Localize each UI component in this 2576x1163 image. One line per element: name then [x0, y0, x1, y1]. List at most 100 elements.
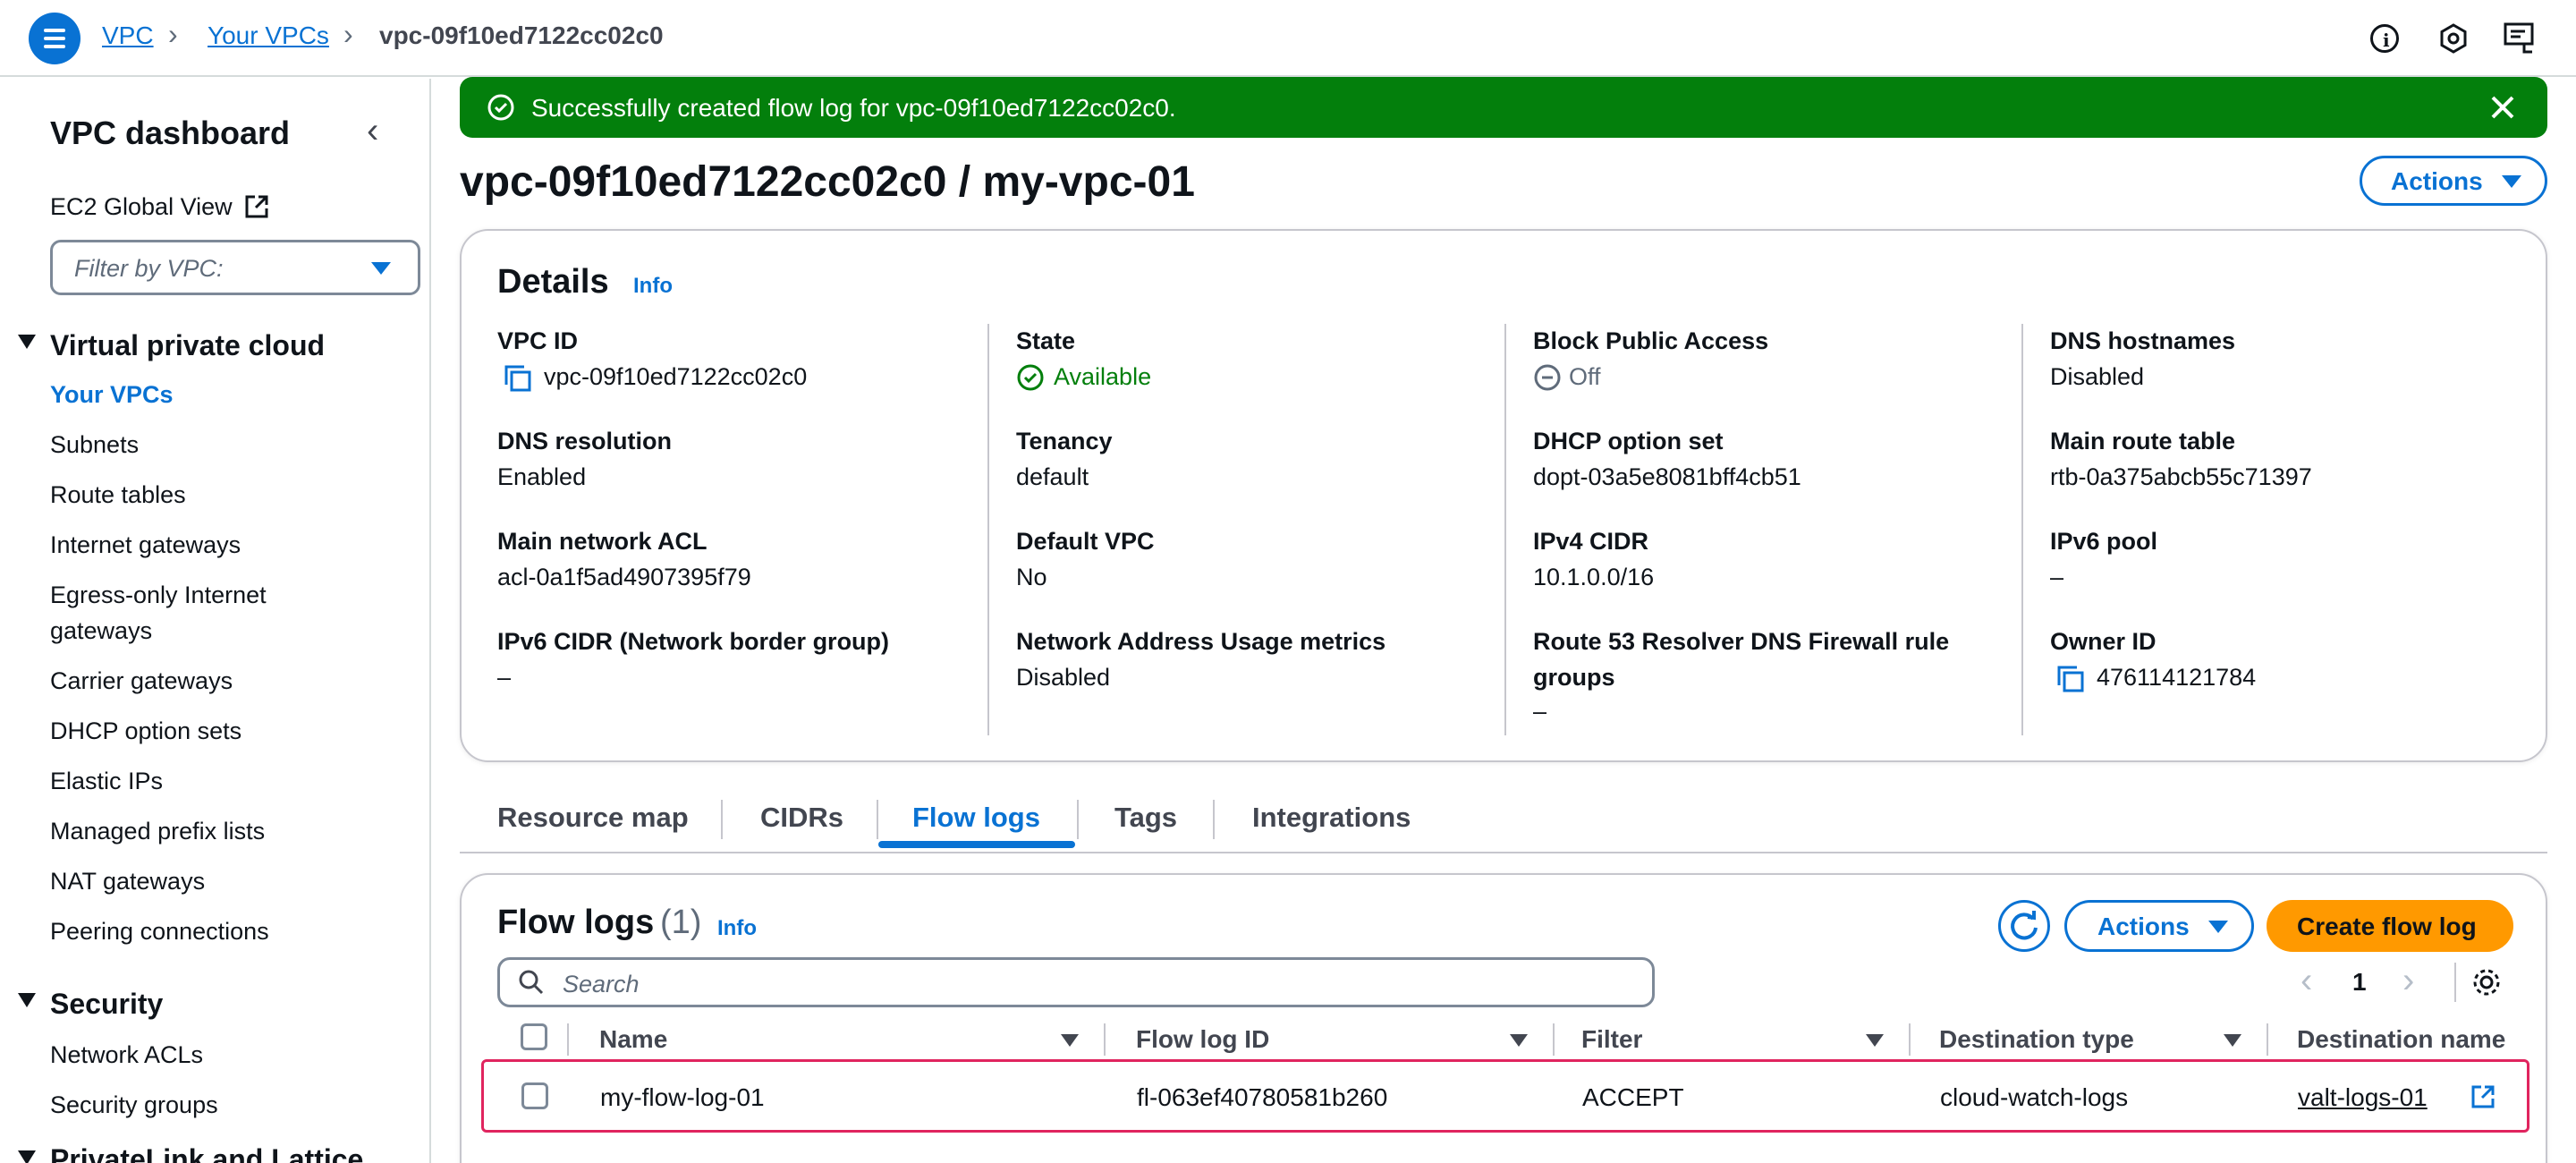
- sidebar-item-security-groups[interactable]: Security groups: [50, 1091, 218, 1119]
- sort-icon[interactable]: [1510, 1034, 1528, 1047]
- external-link-icon[interactable]: [2470, 1083, 2496, 1110]
- info-icon[interactable]: i: [2370, 24, 2399, 53]
- chevron-down-icon: [2208, 921, 2228, 933]
- details-panel: Details Info VPC ID vpc-09f10ed7122cc02c…: [460, 229, 2547, 762]
- feedback-icon[interactable]: [2503, 21, 2538, 55]
- row-checkbox[interactable]: [521, 1082, 548, 1109]
- column-header-filter[interactable]: Filter: [1581, 1025, 1642, 1054]
- tab-flow-logs[interactable]: Flow logs: [912, 802, 1040, 834]
- owner-id-value: 476114121784: [2097, 664, 2257, 691]
- external-link-icon: [243, 193, 270, 220]
- tenancy-value: default: [1016, 463, 1089, 490]
- sidebar-item-peering-connections[interactable]: Peering connections: [50, 918, 269, 946]
- filter-by-vpc-select[interactable]: Filter by VPC:: [50, 240, 420, 295]
- refresh-icon[interactable]: [1998, 900, 2050, 952]
- main-route-table-label: Main route table: [2050, 428, 2236, 454]
- sidebar-item-dhcp-option-sets[interactable]: DHCP option sets: [50, 717, 242, 745]
- sort-icon[interactable]: [1061, 1034, 1079, 1047]
- filter-by-vpc-placeholder: Filter by VPC:: [74, 255, 224, 282]
- flow-log-destination-link[interactable]: valt-logs-01: [2298, 1083, 2428, 1112]
- column-divider: [1553, 1023, 1555, 1056]
- breadcrumb-your-vpcs[interactable]: Your VPCs: [208, 21, 329, 50]
- copy-icon[interactable]: [2055, 664, 2086, 694]
- block-public-access-label: Block Public Access: [1533, 327, 1769, 354]
- previous-page-icon[interactable]: ‹: [2301, 961, 2312, 1001]
- column-header-destination-type[interactable]: Destination type: [1939, 1025, 2134, 1054]
- column-divider: [1909, 1023, 1911, 1056]
- sidebar-item-your-vpcs[interactable]: Your VPCs: [50, 381, 174, 409]
- chevron-down-icon: [371, 262, 391, 275]
- caret-down-icon[interactable]: [18, 335, 36, 349]
- next-page-icon[interactable]: ›: [2402, 961, 2414, 1001]
- sidebar-item-carrier-gateways[interactable]: Carrier gateways: [50, 667, 233, 695]
- settings-gear-icon[interactable]: [2470, 966, 2503, 998]
- column-header-flow-log-id[interactable]: Flow log ID: [1136, 1025, 1269, 1054]
- sort-icon[interactable]: [2224, 1034, 2241, 1047]
- menu-icon[interactable]: [29, 13, 80, 64]
- column-header-name[interactable]: Name: [599, 1025, 667, 1054]
- tab-tags[interactable]: Tags: [1114, 802, 1177, 834]
- sidebar-title: VPC dashboard: [50, 115, 291, 151]
- default-vpc-value: No: [1016, 564, 1047, 590]
- tab-divider: [1213, 800, 1215, 839]
- active-tab-indicator: [878, 841, 1075, 848]
- network-address-usage-value: Disabled: [1016, 664, 1111, 691]
- sidebar-item-subnets[interactable]: Subnets: [50, 431, 139, 459]
- flow-log-filter: ACCEPT: [1582, 1083, 1684, 1111]
- collapse-sidebar-icon[interactable]: ‹: [367, 111, 378, 151]
- ipv6-cidr-value: –: [497, 664, 512, 691]
- column-divider: [2267, 1023, 2268, 1056]
- select-all-checkbox[interactable]: [521, 1023, 547, 1050]
- default-vpc-label: Default VPC: [1016, 528, 1155, 555]
- tab-integrations[interactable]: Integrations: [1252, 802, 1411, 834]
- sidebar-item-internet-gateways[interactable]: Internet gateways: [50, 531, 241, 559]
- breadcrumb-separator-icon: ›: [168, 18, 178, 50]
- status-available-icon: [1016, 363, 1045, 392]
- flow-logs-info-link[interactable]: Info: [717, 916, 757, 941]
- dhcp-option-set-link[interactable]: dopt-03a5e8081bff4cb51: [1533, 463, 1801, 491]
- owner-id-label: Owner ID: [2050, 628, 2157, 655]
- route53-firewall-value: –: [1533, 698, 1547, 725]
- flow-logs-panel: Flow logs (1) Info Actions Create flow l…: [460, 873, 2547, 1163]
- main-route-table-link[interactable]: rtb-0a375abcb55c71397: [2050, 463, 2312, 491]
- sidebar-section-security[interactable]: Security: [50, 988, 163, 1021]
- close-icon[interactable]: [2488, 93, 2517, 122]
- sidebar: VPC dashboard ‹ EC2 Global View Filter b…: [0, 79, 431, 1163]
- sidebar-item-network-acls[interactable]: Network ACLs: [50, 1041, 203, 1069]
- sidebar-item-ec2-global-view[interactable]: EC2 Global View: [50, 193, 233, 221]
- sidebar-item-nat-gateways[interactable]: NAT gateways: [50, 868, 205, 896]
- main-network-acl-link[interactable]: acl-0a1f5ad4907395f79: [497, 564, 751, 591]
- sidebar-item-managed-prefix-lists[interactable]: Managed prefix lists: [50, 818, 265, 845]
- settings-hex-icon[interactable]: [2438, 23, 2469, 54]
- breadcrumb-vpc[interactable]: VPC: [102, 21, 154, 50]
- sidebar-item-egress-only-gateways[interactable]: Egress-only Internet: [50, 582, 267, 609]
- create-flow-log-button[interactable]: Create flow log: [2267, 900, 2513, 952]
- copy-icon[interactable]: [503, 363, 533, 394]
- tab-cidrs[interactable]: CIDRs: [760, 802, 843, 834]
- sidebar-section-privatelink[interactable]: PrivateLink and Lattice: [50, 1143, 363, 1163]
- tab-resource-map[interactable]: Resource map: [497, 802, 689, 834]
- caret-down-icon[interactable]: [18, 993, 36, 1007]
- sort-icon[interactable]: [1866, 1034, 1884, 1047]
- tabs-underline: [460, 852, 2547, 853]
- sidebar-item-elastic-ips[interactable]: Elastic IPs: [50, 768, 163, 795]
- status-off-icon: [1533, 363, 1562, 392]
- details-heading: Details: [497, 263, 609, 301]
- search-input[interactable]: Search: [497, 957, 1655, 1007]
- ipv6-pool-value: –: [2050, 564, 2064, 590]
- sidebar-section-vpc[interactable]: Virtual private cloud: [50, 329, 325, 362]
- table-row[interactable]: my-flow-log-01 fl-063ef40780581b260 ACCE…: [481, 1059, 2529, 1133]
- details-info-link[interactable]: Info: [633, 274, 673, 299]
- route53-firewall-label-line2: groups: [1533, 664, 1615, 691]
- flow-logs-actions-button[interactable]: Actions: [2064, 900, 2254, 952]
- sidebar-item-egress-only-gateways-line2[interactable]: gateways: [50, 617, 152, 645]
- column-header-destination-name[interactable]: Destination name: [2297, 1025, 2505, 1054]
- dns-resolution-label: DNS resolution: [497, 428, 673, 454]
- sidebar-item-route-tables[interactable]: Route tables: [50, 481, 186, 509]
- state-value: Available: [1054, 363, 1152, 390]
- actions-button[interactable]: Actions: [2360, 156, 2547, 206]
- page-number[interactable]: 1: [2352, 968, 2367, 997]
- block-public-access-value: Off: [1569, 363, 1601, 390]
- actions-button-label: Actions: [2391, 167, 2483, 195]
- caret-down-icon[interactable]: [18, 1150, 36, 1163]
